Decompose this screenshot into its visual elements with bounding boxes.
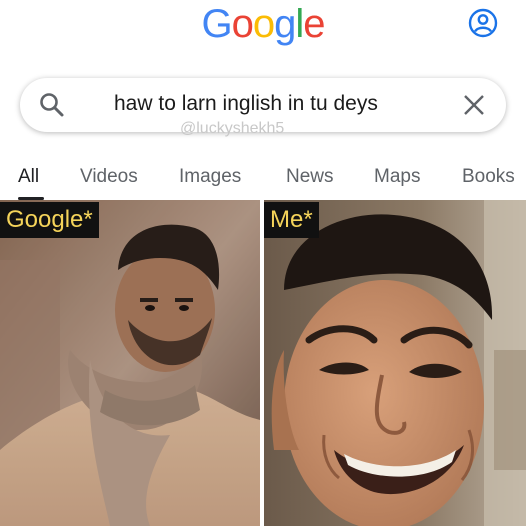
logo-letter: G	[201, 2, 232, 46]
tab-books[interactable]: Books	[462, 166, 515, 188]
logo-letter: o	[231, 2, 254, 46]
right-photo-panel: Me*	[264, 200, 526, 526]
tab-news[interactable]: News	[286, 166, 334, 188]
search-icon[interactable]	[38, 91, 66, 119]
watermark-text: @luckyshekh5	[180, 120, 285, 137]
close-icon[interactable]	[462, 93, 486, 117]
search-bar[interactable]: haw to larn inglish in tu deys @luckyshe…	[20, 78, 506, 137]
tab-images[interactable]: Images	[179, 166, 241, 188]
logo-letter: o	[252, 2, 275, 46]
tab-maps[interactable]: Maps	[374, 166, 420, 188]
left-photo-panel: Google*	[0, 200, 260, 526]
tab-all[interactable]: All	[18, 166, 39, 188]
logo-letter: l	[295, 2, 304, 46]
smiling-man-photo	[264, 200, 526, 526]
serious-man-photo	[0, 200, 260, 526]
search-input[interactable]: haw to larn inglish in tu deys	[114, 92, 378, 116]
top-bar: Google	[0, 0, 526, 60]
logo-letter: e	[303, 2, 325, 46]
google-logo[interactable]: Google	[0, 2, 526, 47]
tab-videos[interactable]: Videos	[80, 166, 138, 188]
left-caption: Google*	[0, 202, 99, 238]
search-tabs: All Videos Images News Maps Books	[0, 160, 526, 200]
account-icon[interactable]	[468, 8, 498, 38]
right-caption: Me*	[264, 202, 319, 238]
logo-letter: g	[274, 2, 296, 46]
